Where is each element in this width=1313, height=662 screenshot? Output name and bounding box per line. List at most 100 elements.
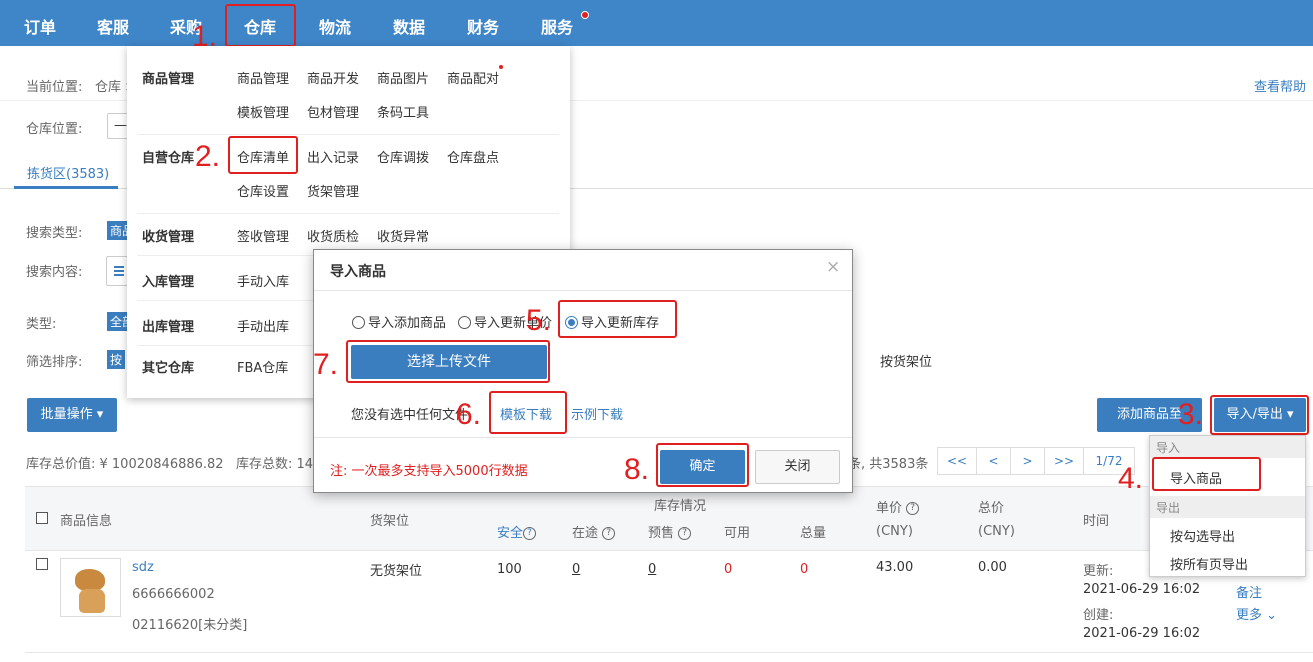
menu-template-management[interactable]: 模板管理	[237, 102, 289, 121]
nav-finance[interactable]: 财务	[467, 14, 499, 38]
menu-shelf-management[interactable]: 货架管理	[307, 181, 359, 200]
search-content-label: 搜索内容:	[26, 265, 83, 280]
close-button[interactable]: 关闭	[755, 450, 840, 484]
th-unit-price: 单价 ?	[876, 497, 920, 516]
breadcrumb-label: 当前位置:	[26, 80, 83, 95]
product-sku: 6666666002	[132, 587, 215, 602]
menu-manual-outbound[interactable]: 手动出库	[237, 316, 289, 335]
available-value: 0	[724, 562, 733, 577]
menu-barcode-tool[interactable]: 条码工具	[377, 102, 429, 121]
close-icon[interactable]: ×	[826, 257, 840, 277]
menu-warehouse-transfer[interactable]: 仓库调拨	[377, 147, 429, 166]
radio-icon	[458, 316, 471, 329]
more-link[interactable]: 更多 ⌄	[1236, 604, 1277, 623]
th-total-price: 总价	[978, 501, 1005, 516]
th-safe[interactable]: 安全?	[497, 522, 537, 541]
nav-service[interactable]: 客服	[97, 14, 129, 38]
safe-value: 100	[497, 562, 522, 577]
nav-data[interactable]: 数据	[393, 14, 425, 38]
th-time: 时间	[1083, 514, 1110, 529]
product-name-link[interactable]: sdz	[132, 560, 154, 575]
search-content-input[interactable]	[106, 256, 128, 286]
th-product-info: 商品信息	[60, 514, 113, 529]
nav-logistics[interactable]: 物流	[319, 14, 351, 38]
th-stock-status: 库存情况	[654, 499, 707, 514]
menu-receiving-exception[interactable]: 收货异常	[377, 226, 429, 245]
notification-dot	[581, 11, 589, 19]
updated-time: 2021-06-29 16:02	[1083, 582, 1201, 597]
th-in-transit: 在途 ?	[572, 522, 616, 541]
help-icon: ?	[678, 527, 692, 540]
step-6-marker: 6.	[456, 398, 482, 431]
menu-title-outbound: 出库管理	[142, 320, 195, 335]
menu-goods-images[interactable]: 商品图片	[377, 68, 429, 87]
menu-receiving-inspection[interactable]: 收货质检	[307, 226, 359, 245]
menu-in-out-records[interactable]: 出入记录	[307, 147, 359, 166]
annotation-box-8	[656, 443, 749, 487]
menu-title-goods: 商品管理	[142, 72, 195, 87]
dropdown-export-header: 导出	[1150, 496, 1305, 518]
row-divider	[25, 652, 1313, 653]
total-value-cell: 0	[800, 562, 809, 577]
sort-option-shelf[interactable]: 按货架位	[880, 351, 932, 370]
page-prev-button[interactable]: <	[976, 447, 1011, 475]
import-limit-note: 注: 一次最多支持导入5000行数据	[330, 464, 528, 479]
in-transit-value[interactable]: 0	[572, 562, 580, 577]
dialog-title: 导入商品	[330, 264, 386, 280]
menu-goods-management[interactable]: 商品管理	[237, 68, 289, 87]
menu-title-inbound: 入库管理	[142, 275, 195, 290]
menu-stocktake[interactable]: 仓库盘点	[447, 147, 499, 166]
sample-download-link[interactable]: 示例下载	[571, 404, 623, 423]
dropdown-import-header: 导入	[1150, 436, 1305, 458]
product-thumbnail[interactable]	[60, 558, 121, 617]
menu-warehouse-settings[interactable]: 仓库设置	[237, 181, 289, 200]
step-3-marker: 3.	[1178, 398, 1204, 431]
dog-image	[75, 569, 105, 591]
dog-body-image	[79, 589, 105, 613]
page-first-button[interactable]: <<	[937, 447, 977, 475]
row-checkbox[interactable]	[36, 558, 48, 570]
radio-icon	[352, 316, 365, 329]
presale-value[interactable]: 0	[648, 562, 656, 577]
nav-orders[interactable]: 订单	[24, 14, 56, 38]
nav-services[interactable]: 服务	[541, 14, 573, 38]
created-time: 2021-06-29 16:02	[1083, 626, 1201, 641]
th-presale: 预售 ?	[648, 522, 692, 541]
remark-link[interactable]: 备注	[1236, 582, 1262, 601]
menu-fba-warehouse[interactable]: FBA仓库	[237, 357, 288, 376]
tab-picking-area[interactable]: 拣货区(3583)	[27, 163, 109, 182]
type-label: 类型:	[26, 317, 57, 332]
product-code: 02116620[未分类]	[132, 618, 248, 633]
th-total-price-cny: (CNY)	[978, 524, 1015, 539]
no-file-text: 您没有选中任何文件	[351, 408, 469, 423]
batch-operation-button[interactable]: 批量操作 ▾	[27, 398, 117, 432]
sort-option[interactable]: 按	[107, 350, 126, 369]
step-5-marker: 5.	[526, 304, 552, 337]
select-all-checkbox[interactable]	[36, 512, 48, 524]
menu-divider	[137, 134, 559, 135]
menu-manual-inbound[interactable]: 手动入库	[237, 271, 289, 290]
th-available: 可用	[724, 526, 751, 541]
warehouse-position-select[interactable]: —	[107, 113, 129, 139]
search-type-label: 搜索类型:	[26, 226, 83, 241]
annotation-box-7	[346, 340, 550, 383]
updated-label: 更新:	[1083, 564, 1114, 579]
menu-packaging-management[interactable]: 包材管理	[307, 102, 359, 121]
menu-title-receiving: 收货管理	[142, 230, 195, 245]
menu-goods-development[interactable]: 商品开发	[307, 68, 359, 87]
export-checked-item[interactable]: 按勾选导出	[1170, 526, 1235, 545]
radio-add-goods[interactable]: 导入添加商品	[352, 312, 446, 331]
step-2-marker: 2.	[195, 140, 221, 173]
menu-divider	[137, 213, 559, 214]
page-last-button[interactable]: >>	[1044, 447, 1084, 475]
annotation-box-3	[1210, 395, 1309, 435]
dialog-header-divider	[314, 290, 852, 291]
page-next-button[interactable]: >	[1010, 447, 1045, 475]
menu-goods-matching[interactable]: 商品配对	[447, 68, 499, 87]
export-all-item[interactable]: 按所有页导出	[1170, 554, 1248, 573]
annotation-box-6	[489, 391, 567, 434]
help-link[interactable]: 查看帮助	[1254, 76, 1306, 95]
warehouse-position-label: 仓库位置:	[26, 122, 83, 137]
menu-sign-management[interactable]: 签收管理	[237, 226, 289, 245]
step-7-marker: 7.	[313, 348, 339, 381]
